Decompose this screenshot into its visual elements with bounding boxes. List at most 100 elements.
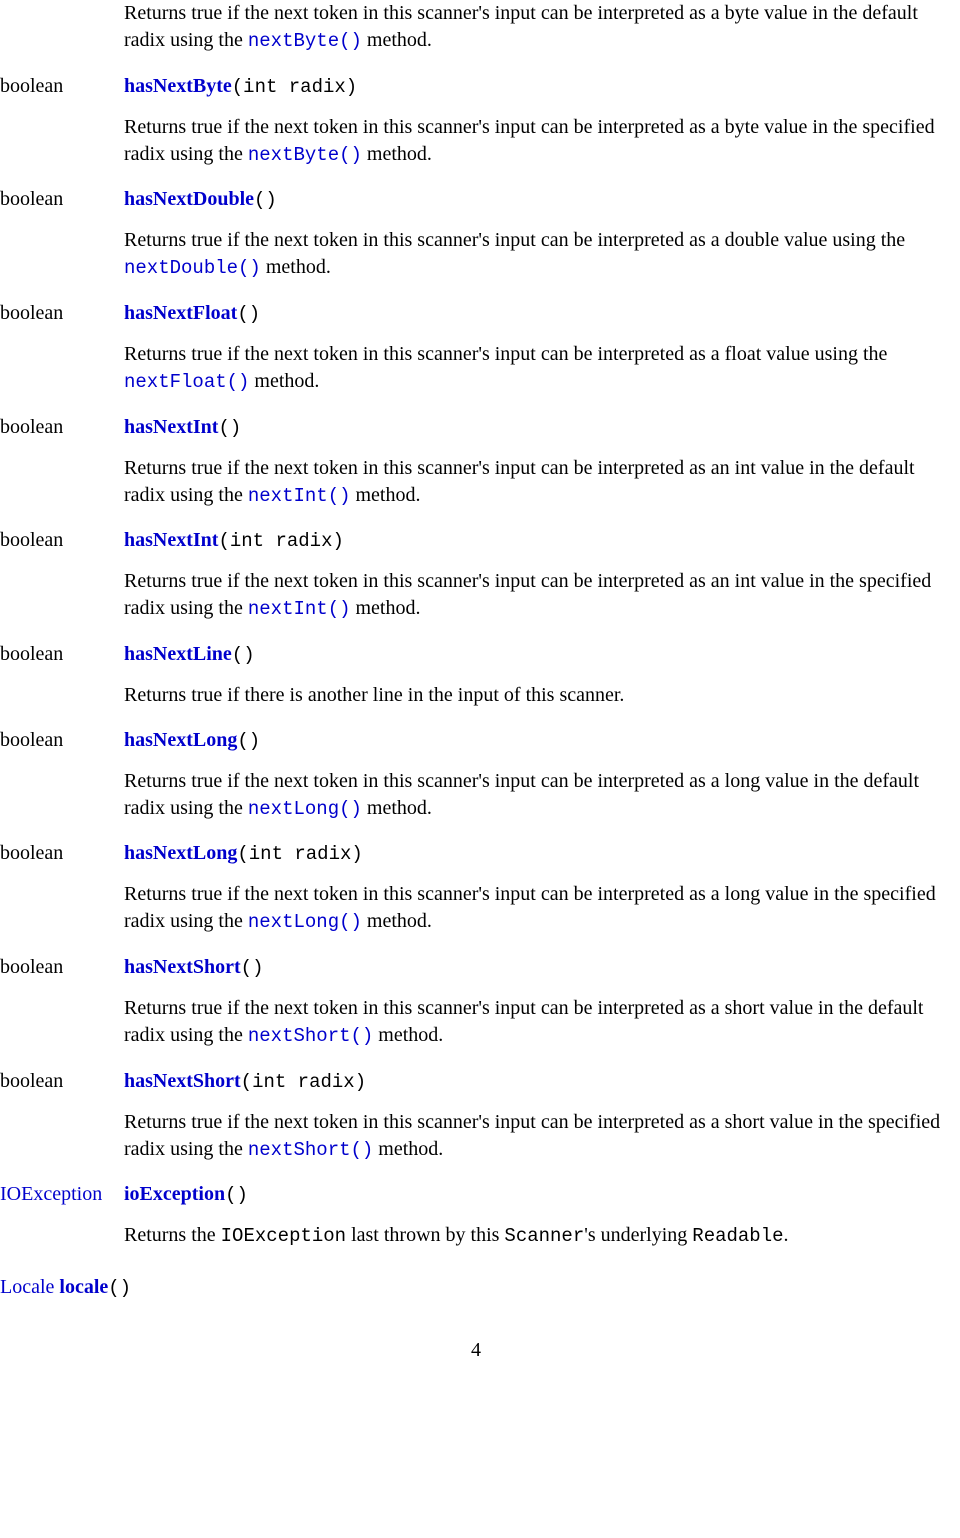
method-row: boolean hasNextByte(int radix) Returns t… <box>0 75 952 189</box>
desc-text: Returns true if the next token in this s… <box>124 883 936 932</box>
method-row: boolean hasNextLine() Returns true if th… <box>0 643 952 729</box>
method-body-cell: hasNextLong(int radix) Returns true if t… <box>124 842 952 956</box>
return-type: boolean <box>0 956 63 978</box>
desc-code[interactable]: nextShort() <box>248 1139 373 1161</box>
method-name-link[interactable]: hasNextShort <box>124 1070 241 1092</box>
method-params: (int radix) <box>218 530 343 552</box>
desc-text: method. <box>373 1138 443 1160</box>
desc-text: Returns true if the next token in this s… <box>124 2 918 51</box>
method-body-cell: hasNextFloat() Returns true if the next … <box>124 302 952 416</box>
method-name-link[interactable]: hasNextLong <box>124 842 237 864</box>
method-row: boolean hasNextShort(int radix) Returns … <box>0 1070 952 1184</box>
method-row: boolean hasNextFloat() Returns true if t… <box>0 302 952 416</box>
return-type: boolean <box>0 643 63 665</box>
method-description: Returns true if the next token in this s… <box>124 881 952 936</box>
return-type-cell: boolean <box>0 1070 124 1184</box>
return-type-cell: boolean <box>0 643 124 729</box>
method-name-link[interactable]: hasNextDouble <box>124 188 254 210</box>
method-row: boolean hasNextShort() Returns true if t… <box>0 956 952 1070</box>
method-description: Returns true if there is another line in… <box>124 682 952 709</box>
method-body-cell: hasNextByte(int radix) Returns true if t… <box>124 75 952 189</box>
method-params: () <box>237 730 260 752</box>
return-type: boolean <box>0 302 63 324</box>
method-name-link[interactable]: ioException <box>124 1183 225 1205</box>
desc-text: Returns true if the next token in this s… <box>124 116 935 165</box>
method-body-cell: hasNextLine() Returns true if there is a… <box>124 643 952 729</box>
method-params: () <box>232 644 255 666</box>
method-name-link[interactable]: hasNextShort <box>124 956 241 978</box>
method-row: IOException ioException() Returns the IO… <box>0 1183 952 1270</box>
desc-text: Returns true if the next token in this s… <box>124 343 887 365</box>
method-name-link[interactable]: hasNextFloat <box>124 302 237 324</box>
method-body-cell: ioException() Returns the IOException la… <box>124 1183 952 1270</box>
method-name-link[interactable]: hasNextLong <box>124 729 237 751</box>
desc-text: Returns true if the next token in this s… <box>124 229 905 251</box>
desc-text: Returns true if the next token in this s… <box>124 457 915 506</box>
desc-code[interactable]: nextShort() <box>248 1025 373 1047</box>
return-type-cell: IOException <box>0 1183 124 1270</box>
desc-code[interactable]: nextInt() <box>248 485 351 507</box>
return-type: boolean <box>0 1070 63 1092</box>
method-params: (int radix) <box>232 76 357 98</box>
desc-code[interactable]: nextLong() <box>248 798 362 820</box>
desc-text: method. <box>351 597 421 619</box>
return-type: boolean <box>0 416 63 438</box>
page-number: 4 <box>0 1339 952 1362</box>
desc-code[interactable]: nextLong() <box>248 911 362 933</box>
method-description: Returns true if the next token in this s… <box>124 0 952 55</box>
method-description: Returns true if the next token in this s… <box>124 227 952 282</box>
desc-text: last thrown by this <box>346 1224 504 1246</box>
method-row: boolean hasNextInt() Returns true if the… <box>0 416 952 530</box>
method-row: boolean hasNextInt(int radix) Returns tr… <box>0 529 952 643</box>
desc-text: method. <box>249 370 319 392</box>
method-params: () <box>241 957 264 979</box>
method-body-cell: Returns true if the next token in this s… <box>124 0 952 75</box>
desc-text: Returns true if the next token in this s… <box>124 997 923 1046</box>
method-signature-orphan: Locale locale() <box>0 1276 952 1299</box>
desc-code: Readable <box>692 1225 783 1247</box>
desc-text: Returns true if the next token in this s… <box>124 770 919 819</box>
desc-code[interactable]: nextFloat() <box>124 371 249 393</box>
method-body-cell: hasNextLong() Returns true if the next t… <box>124 729 952 843</box>
desc-text: Returns the <box>124 1224 221 1246</box>
desc-text: method. <box>373 1024 443 1046</box>
desc-code[interactable]: nextByte() <box>248 144 362 166</box>
desc-text: method. <box>362 29 432 51</box>
method-name-link[interactable]: hasNextByte <box>124 75 232 97</box>
return-type-link[interactable]: IOException <box>0 1183 102 1205</box>
method-description: Returns true if the next token in this s… <box>124 1109 952 1164</box>
return-type-link[interactable]: Locale <box>0 1276 54 1298</box>
return-type: boolean <box>0 75 63 97</box>
desc-text: Returns true if the next token in this s… <box>124 1111 940 1160</box>
desc-text: Returns true if the next token in this s… <box>124 570 931 619</box>
return-type: boolean <box>0 188 63 210</box>
desc-code: IOException <box>221 1225 346 1247</box>
desc-code[interactable]: nextInt() <box>248 598 351 620</box>
return-type: boolean <box>0 842 63 864</box>
return-type-cell: boolean <box>0 188 124 302</box>
return-type-cell: boolean <box>0 529 124 643</box>
method-description: Returns true if the next token in this s… <box>124 568 952 623</box>
desc-code[interactable]: nextByte() <box>248 30 362 52</box>
method-name-link[interactable]: hasNextInt <box>124 416 218 438</box>
method-params: (int radix) <box>237 843 362 865</box>
method-row: Returns true if the next token in this s… <box>0 0 952 75</box>
desc-text: . <box>784 1224 789 1246</box>
method-description: Returns true if the next token in this s… <box>124 341 952 396</box>
method-name-link[interactable]: hasNextLine <box>124 643 232 665</box>
method-name-link[interactable]: hasNextInt <box>124 529 218 551</box>
desc-text: Returns true if there is another line in… <box>124 684 624 706</box>
desc-text: method. <box>351 484 421 506</box>
method-params: () <box>225 1184 248 1206</box>
method-body-cell: hasNextInt(int radix) Returns true if th… <box>124 529 952 643</box>
desc-code[interactable]: nextDouble() <box>124 257 261 279</box>
method-description: Returns true if the next token in this s… <box>124 768 952 823</box>
method-params: () <box>254 189 277 211</box>
desc-text: method. <box>362 910 432 932</box>
method-description: Returns the IOException last thrown by t… <box>124 1222 952 1250</box>
return-type-cell: boolean <box>0 416 124 530</box>
method-name-link[interactable]: locale <box>59 1276 108 1298</box>
method-row: boolean hasNextLong(int radix) Returns t… <box>0 842 952 956</box>
return-type: boolean <box>0 729 63 751</box>
return-type-cell: boolean <box>0 729 124 843</box>
